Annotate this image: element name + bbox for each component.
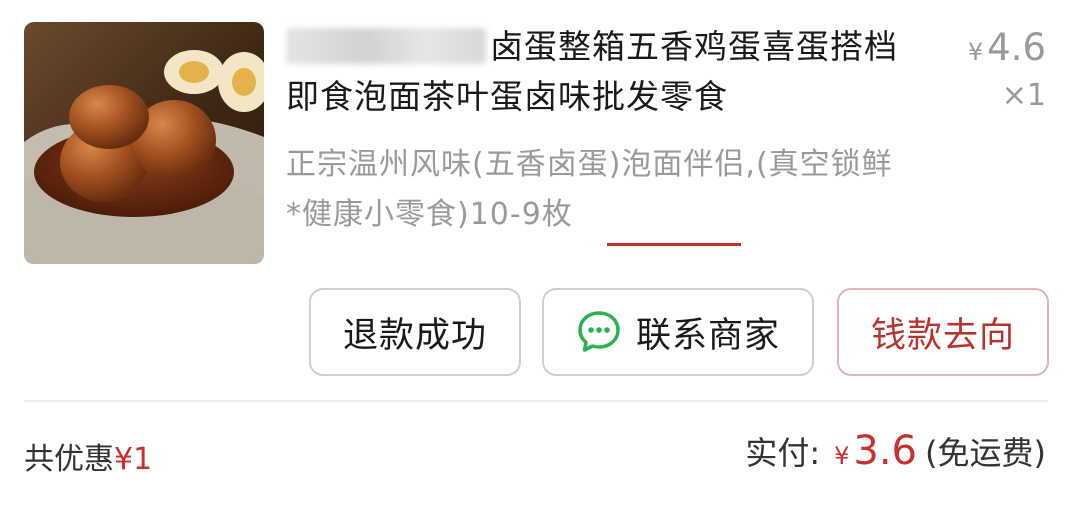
contact-seller-button[interactable]: 联系商家: [542, 288, 814, 376]
product-quantity: ×1: [1001, 78, 1046, 113]
red-underline-mark: [607, 243, 741, 246]
divider: [24, 400, 1048, 402]
shipping-note: (免运费): [925, 434, 1046, 472]
product-price: ¥4.6: [968, 26, 1046, 69]
refund-status-label: 退款成功: [342, 315, 487, 356]
blurred-shop-name: [286, 28, 486, 64]
paid-label: 实付:: [745, 434, 821, 472]
product-title[interactable]: 卤蛋整箱五香鸡蛋喜蛋搭档即食泡面茶叶蛋卤味批发零食: [286, 22, 906, 122]
price-currency: ¥: [967, 38, 984, 66]
paid-summary: 实付: ¥ 3.6 (免运费): [745, 428, 1046, 474]
discount-summary: 共优惠¥1: [24, 434, 152, 478]
product-image[interactable]: [24, 22, 264, 264]
egg-photo-icon: [24, 50, 264, 264]
discount-amount: ¥1: [114, 442, 153, 477]
paid-amount: 3.6: [853, 428, 918, 474]
money-destination-label: 钱款去向: [870, 315, 1015, 356]
product-spec: 正宗温州风味(五香卤蛋)泡面伴侣,(真空锁鲜*健康小零食)10-9枚: [286, 147, 893, 232]
paid-currency: ¥: [834, 442, 850, 470]
contact-seller-label: 联系商家: [635, 315, 780, 356]
discount-label: 共优惠: [24, 442, 114, 477]
chat-bubble-icon: [578, 311, 620, 352]
price-value: 4.6: [987, 26, 1046, 69]
money-destination-button[interactable]: 钱款去向: [837, 288, 1049, 376]
refund-status-button[interactable]: 退款成功: [309, 288, 521, 376]
